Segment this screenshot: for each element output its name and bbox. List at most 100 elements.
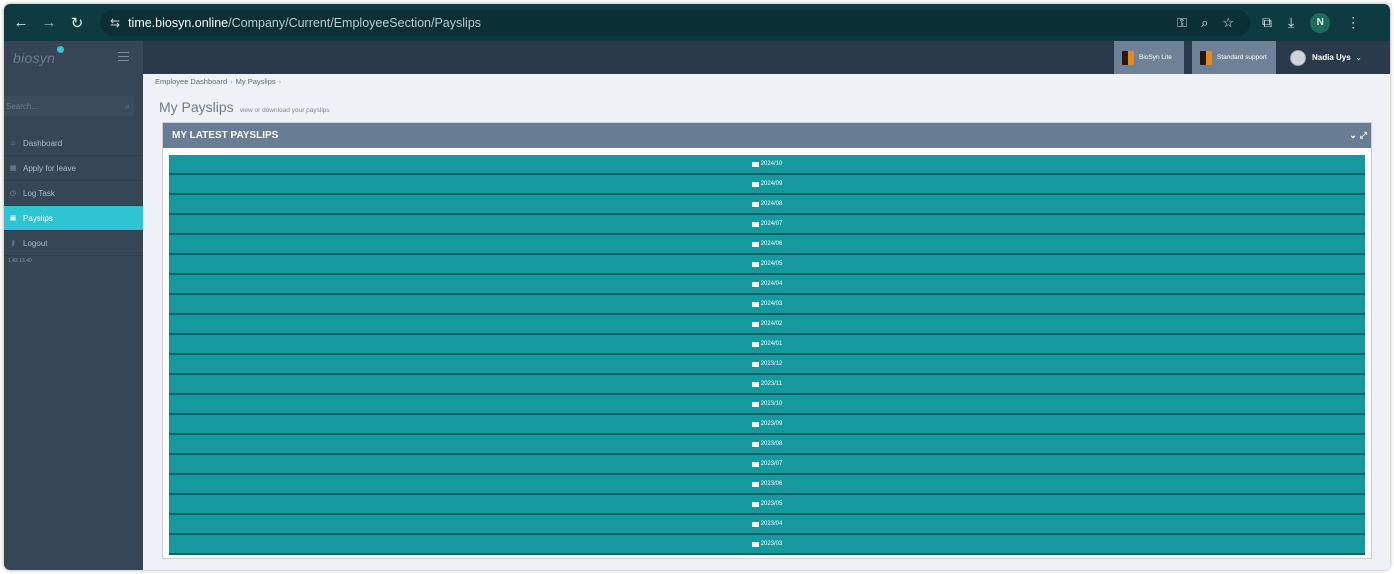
logo[interactable]: biosyn — [13, 45, 65, 66]
breadcrumb: Employee Dashboard › My Payslips › — [155, 77, 284, 86]
download-icon[interactable]: ⤓ — [1288, 14, 1294, 31]
payslip-period: 2023/10 — [760, 401, 783, 407]
payslip-row[interactable]: 2023/11 — [169, 375, 1365, 395]
payslips-panel: MY LATEST PAYSLIPS ⌄ ⤢ 2024/10 2024/09 202… — [162, 122, 1372, 559]
sidebar-item-apply-for-leave[interactable]: ▦ Apply for leave — [4, 156, 143, 181]
zoom-icon[interactable]: ⌕ — [1201, 15, 1208, 31]
breadcrumb-separator-icon: › — [230, 77, 233, 86]
sidebar-item-logout[interactable]: ⚷ Logout — [4, 231, 143, 256]
document-icon — [751, 301, 759, 307]
hamburger-menu-icon[interactable] — [118, 52, 129, 61]
payslip-row[interactable]: 2024/06 — [169, 235, 1365, 255]
password-key-icon[interactable]: ⚿ — [1177, 15, 1187, 31]
sidebar: Search... ⌕ ⌂ Dashboard ▦ Apply for leav… — [4, 74, 143, 570]
page-title-row: My Payslips view or download your payslip… — [159, 99, 330, 115]
search-icon[interactable]: ⌕ — [125, 101, 130, 112]
extensions-icon[interactable]: ⧉ — [1262, 14, 1272, 31]
sidebar-item-payslips[interactable]: ▣ Payslips — [4, 206, 143, 231]
panel-tools: ⌄ ⤢ — [1349, 130, 1367, 141]
url-path: /Company/Current/EmployeeSection/Payslip… — [228, 15, 482, 30]
sidebar-item-label: Payslips — [23, 213, 53, 223]
payslip-row[interactable]: 2023/07 — [169, 455, 1365, 475]
payslip-row[interactable]: 2023/10 — [169, 395, 1365, 415]
payslip-period: 2023/06 — [760, 481, 783, 487]
main-content: Employee Dashboard › My Payslips › My Paysl… — [143, 74, 1390, 570]
breadcrumb-employee-dashboard[interactable]: Employee Dashboard — [155, 77, 227, 86]
expand-icon[interactable]: ⤢ — [1360, 130, 1367, 141]
document-icon — [751, 461, 759, 467]
biosyn-lite-label: BioSyn Lite — [1139, 54, 1172, 61]
payslip-period: 2023/09 — [760, 421, 783, 427]
back-icon[interactable]: ← — [10, 12, 32, 34]
payslip-row[interactable]: 2024/04 — [169, 275, 1365, 295]
key-icon: ⚷ — [10, 240, 16, 247]
bookmark-star-icon[interactable]: ☆ — [1222, 15, 1234, 31]
document-icon — [751, 541, 759, 547]
payslip-row[interactable]: 2023/04 — [169, 515, 1365, 535]
payslip-period: 2024/03 — [760, 301, 783, 307]
payslip-period: 2023/07 — [760, 461, 783, 467]
payslip-list: 2024/10 2024/09 2024/08 2024/07 2024/06 2024/… — [169, 155, 1365, 555]
biosyn-lite-button[interactable]: BioSyn Lite — [1114, 41, 1184, 74]
reload-icon[interactable]: ↻ — [66, 12, 88, 34]
document-icon — [751, 241, 759, 247]
collapse-chevron-icon[interactable]: ⌄ — [1349, 130, 1357, 141]
payslip-row[interactable]: 2024/03 — [169, 295, 1365, 315]
payslip-row[interactable]: 2023/03 — [169, 535, 1365, 555]
breadcrumb-my-payslips[interactable]: My Payslips — [236, 77, 276, 86]
page-subtitle: view or download your payslips — [239, 107, 330, 114]
search-input[interactable]: Search... ⌕ — [4, 96, 134, 116]
payslip-row[interactable]: 2023/05 — [169, 495, 1365, 515]
document-icon — [751, 441, 759, 447]
browser-menu-icon[interactable]: ⋮ — [1346, 14, 1360, 31]
payslip-row[interactable]: 2023/06 — [169, 475, 1365, 495]
payslip-period: 2024/05 — [760, 261, 783, 267]
payslip-period: 2024/04 — [760, 281, 783, 287]
payslip-period: 2024/07 — [760, 221, 783, 227]
page-title: My Payslips — [159, 99, 234, 115]
payslip-row[interactable]: 2023/09 — [169, 415, 1365, 435]
payslip-row[interactable]: 2024/01 — [169, 335, 1365, 355]
payslip-row[interactable]: 2024/09 — [169, 175, 1365, 195]
payslip-row[interactable]: 2024/07 — [169, 215, 1365, 235]
sidebar-item-label: Logout — [23, 238, 48, 248]
payslip-row[interactable]: 2023/08 — [169, 435, 1365, 455]
payslip-row[interactable]: 2024/02 — [169, 315, 1365, 335]
payslip-period: 2023/12 — [760, 361, 783, 367]
document-icon — [751, 401, 759, 407]
address-bar[interactable]: ⇆ time.biosyn.online/Company/Current/Emp… — [100, 9, 1250, 36]
user-menu[interactable]: Nadia Uys ⌄ — [1290, 41, 1362, 74]
user-avatar — [1290, 49, 1306, 66]
breadcrumb-separator-icon: › — [278, 77, 282, 86]
standard-support-button[interactable]: Standard support — [1192, 41, 1276, 74]
chevron-down-icon: ⌄ — [1355, 54, 1362, 62]
payslip-row[interactable]: 2024/08 — [169, 195, 1365, 215]
payslip-row[interactable]: 2024/05 — [169, 255, 1365, 275]
payslip-period: 2023/08 — [760, 441, 783, 447]
document-icon — [751, 481, 759, 487]
payslip-row[interactable]: 2024/10 — [169, 155, 1365, 175]
biosyn-lite-icon — [1122, 50, 1134, 65]
sidebar-item-log-task[interactable]: ◷ Log Task — [4, 181, 143, 206]
calendar-icon: ▦ — [9, 165, 17, 172]
document-icon — [751, 421, 759, 427]
panel-header: MY LATEST PAYSLIPS ⌄ ⤢ — [163, 123, 1371, 148]
search-placeholder: Search... — [6, 101, 39, 111]
payslip-period: 2024/10 — [760, 161, 783, 167]
payslip-period: 2023/11 — [760, 381, 783, 387]
payslip-period: 2023/05 — [760, 501, 783, 507]
document-icon — [751, 321, 759, 327]
forward-icon[interactable]: → — [38, 12, 60, 34]
site-settings-icon[interactable]: ⇆ — [110, 16, 120, 30]
document-icon — [751, 381, 759, 387]
profile-avatar[interactable]: N — [1310, 12, 1331, 33]
document-icon — [751, 221, 759, 227]
app-header: biosyn BioSyn Lite Standard support Nadi… — [4, 41, 1390, 74]
panel-title: MY LATEST PAYSLIPS — [172, 130, 279, 141]
payslip-period: 2023/04 — [760, 521, 783, 527]
sidebar-item-dashboard[interactable]: ⌂ Dashboard — [4, 131, 143, 156]
payslip-period: 2024/01 — [760, 341, 783, 347]
sidebar-menu: ⌂ Dashboard ▦ Apply for leave ◷ Log Task… — [4, 131, 143, 256]
payslip-row[interactable]: 2023/12 — [169, 355, 1365, 375]
document-icon — [751, 281, 759, 287]
